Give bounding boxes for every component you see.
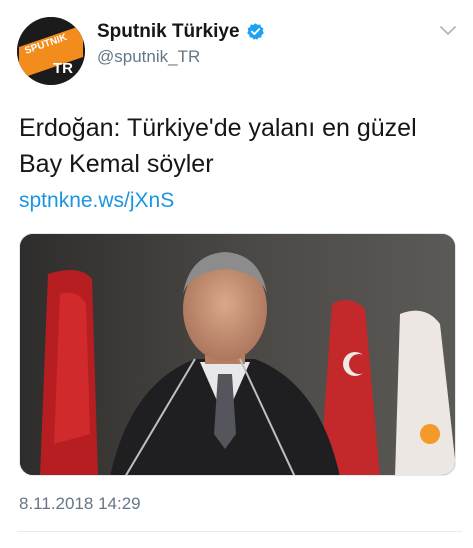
tweet-text: Erdoğan: Türkiye'de yalanı en güzel Bay … [19, 114, 417, 178]
tweet-media-photo[interactable] [19, 233, 456, 476]
tweet-timestamp[interactable]: 8.11.2018 14:29 [19, 494, 141, 514]
chevron-down-icon[interactable] [439, 24, 457, 38]
verified-badge-icon [247, 23, 264, 40]
tweet-card: SPUTNIK TR Sputnik Türkiye @sputnik_TR E… [0, 0, 473, 548]
avatar[interactable]: SPUTNIK TR [17, 17, 85, 85]
user-handle[interactable]: @sputnik_TR [97, 47, 200, 67]
tweet-link[interactable]: sptnkne.ws/jXnS [19, 189, 174, 213]
avatar-logo-tr: TR [53, 60, 73, 77]
divider [17, 531, 462, 532]
speaker-photo [20, 234, 455, 475]
display-name[interactable]: Sputnik Türkiye [97, 21, 240, 43]
